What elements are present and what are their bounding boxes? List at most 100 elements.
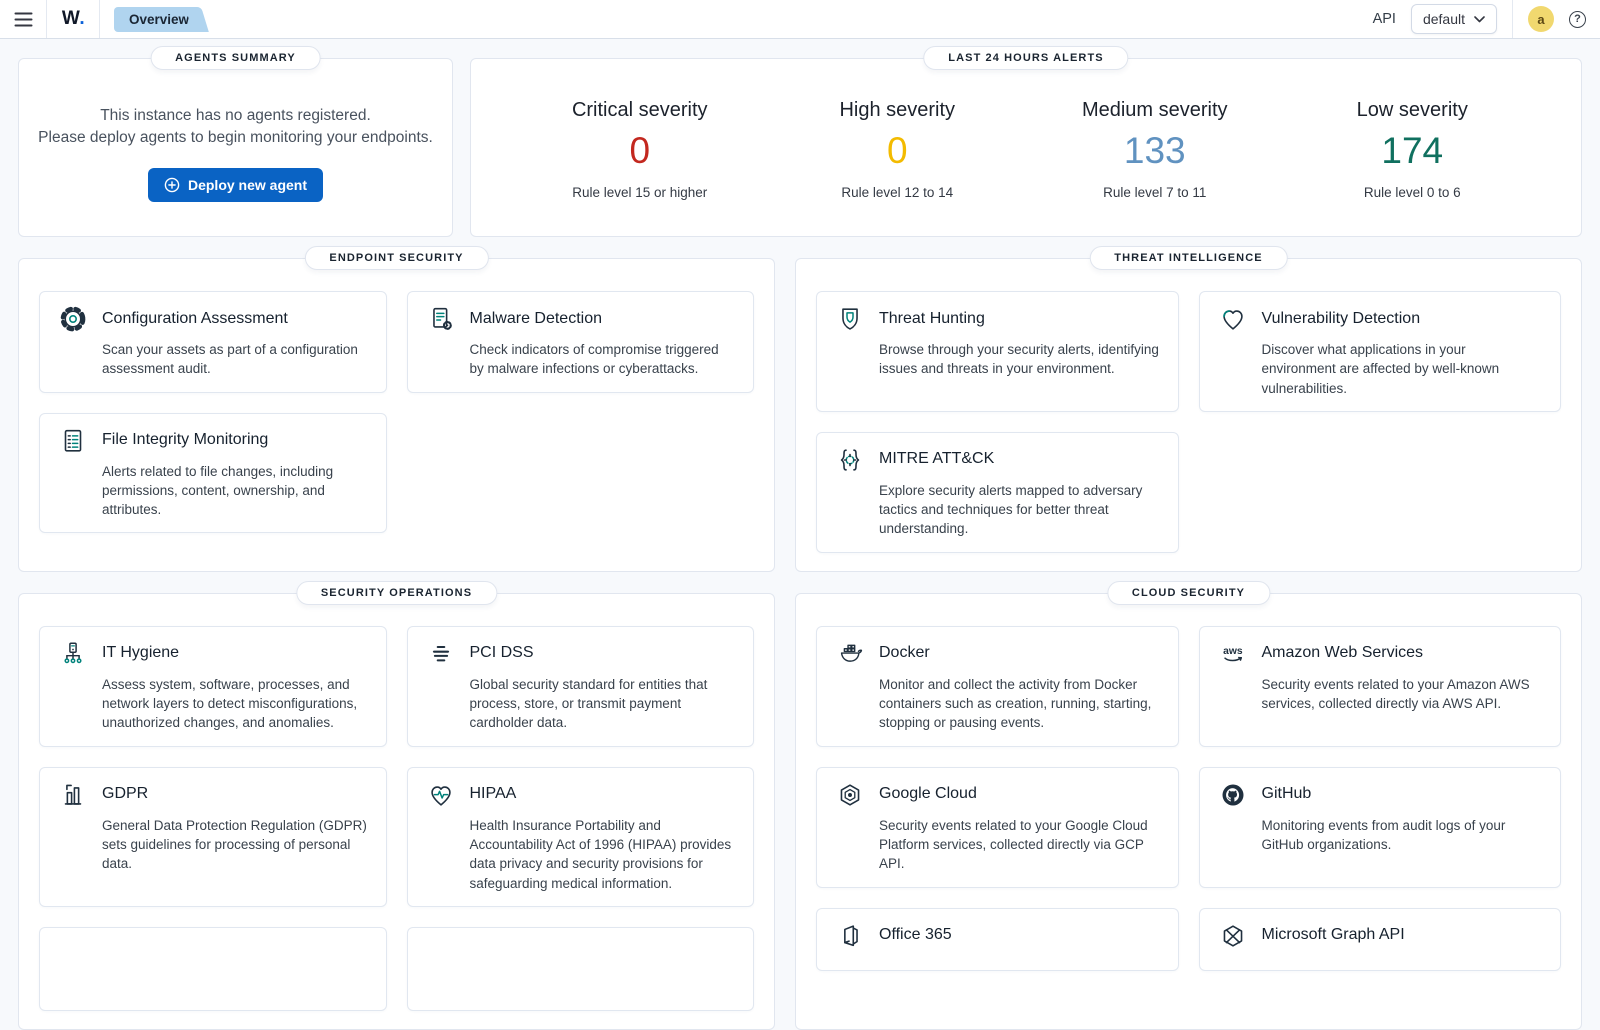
severity-count[interactable]: 174 bbox=[1322, 130, 1502, 172]
severity-rule-level: Rule level 15 or higher bbox=[550, 185, 730, 200]
card-malware-detection[interactable]: Malware Detection Check indicators of co… bbox=[407, 291, 755, 393]
card-title: Amazon Web Services bbox=[1262, 644, 1543, 662]
tab-label: Overview bbox=[129, 12, 189, 27]
panel-endpoint-security: ENDPOINT SECURITY Configuration Assessme… bbox=[18, 258, 775, 572]
panel-title-security-operations: SECURITY OPERATIONS bbox=[296, 581, 497, 605]
svg-text:aws: aws bbox=[1223, 646, 1243, 657]
card-description: Explore security alerts mapped to advers… bbox=[879, 481, 1160, 539]
malware-detection-icon bbox=[426, 304, 456, 334]
card-mitre-attack[interactable]: MITRE ATT&CK Explore security alerts map… bbox=[816, 432, 1179, 553]
severity-low: Low severity 174 Rule level 0 to 6 bbox=[1322, 99, 1502, 200]
card-title: GDPR bbox=[102, 785, 368, 803]
card-configuration-assessment[interactable]: Configuration Assessment Scan your asset… bbox=[39, 291, 387, 393]
api-selector-value: default bbox=[1423, 11, 1465, 27]
api-selector[interactable]: default bbox=[1411, 4, 1497, 34]
menu-button[interactable] bbox=[0, 0, 46, 38]
card-description: General Data Protection Regulation (GDPR… bbox=[102, 816, 368, 874]
severity-count[interactable]: 0 bbox=[807, 130, 987, 172]
deploy-button-label: Deploy new agent bbox=[188, 177, 307, 193]
severity-rule-level: Rule level 12 to 14 bbox=[807, 185, 987, 200]
card-github[interactable]: GitHub Monitoring events from audit logs… bbox=[1199, 767, 1562, 888]
panel-title-endpoint-security: ENDPOINT SECURITY bbox=[304, 246, 488, 270]
card-hipaa[interactable]: HIPAA Health Insurance Portability and A… bbox=[407, 767, 755, 907]
gdpr-icon bbox=[58, 780, 88, 810]
hamburger-icon bbox=[14, 12, 33, 27]
card-description: Monitor and collect the activity from Do… bbox=[879, 675, 1160, 733]
panel-title-cloud-security: CLOUD SECURITY bbox=[1107, 581, 1270, 605]
severity-high: High severity 0 Rule level 12 to 14 bbox=[807, 99, 987, 200]
severity-label: High severity bbox=[807, 99, 987, 122]
card-title: Threat Hunting bbox=[879, 310, 1160, 328]
api-label: API bbox=[1373, 11, 1396, 27]
panel-security-operations: SECURITY OPERATIONS bbox=[18, 593, 775, 1030]
card-title: MITRE ATT&CK bbox=[879, 450, 1160, 468]
card-description: Security events related to your Amazon A… bbox=[1262, 675, 1543, 714]
panel-threat-intelligence: THREAT INTELLIGENCE Threat Hunting Brows… bbox=[795, 258, 1582, 572]
card-title: Microsoft Graph API bbox=[1262, 926, 1543, 944]
card-description: Alerts related to file changes, includin… bbox=[102, 462, 368, 520]
card-title: Docker bbox=[879, 644, 1160, 662]
severity-rule-level: Rule level 0 to 6 bbox=[1322, 185, 1502, 200]
panel-title-threat-intelligence: THREAT INTELLIGENCE bbox=[1089, 246, 1287, 270]
card-title: Configuration Assessment bbox=[102, 310, 368, 328]
severity-label: Critical severity bbox=[550, 99, 730, 122]
severity-label: Medium severity bbox=[1065, 99, 1245, 122]
severity-label: Low severity bbox=[1322, 99, 1502, 122]
card-file-integrity-monitoring[interactable]: File Integrity Monitoring Alerts related… bbox=[39, 413, 387, 534]
deploy-new-agent-button[interactable]: Deploy new agent bbox=[148, 168, 323, 202]
panel-last-24-hours-alerts: LAST 24 HOURS ALERTS Critical severity 0… bbox=[470, 58, 1582, 237]
card-title: Office 365 bbox=[879, 926, 1160, 944]
no-agents-message: This instance has no agents registered. … bbox=[38, 105, 433, 149]
card-gdpr[interactable]: GDPR General Data Protection Regulation … bbox=[39, 767, 387, 907]
card-description: Security events related to your Google C… bbox=[879, 816, 1160, 874]
severity-count[interactable]: 133 bbox=[1065, 130, 1245, 172]
card-threat-hunting[interactable]: Threat Hunting Browse through your secur… bbox=[816, 291, 1179, 412]
panel-title-alerts: LAST 24 HOURS ALERTS bbox=[923, 46, 1128, 70]
severity-critical: Critical severity 0 Rule level 15 or hig… bbox=[550, 99, 730, 200]
card-google-cloud[interactable]: Google Cloud Security events related to … bbox=[816, 767, 1179, 888]
logo-dot: . bbox=[79, 8, 84, 30]
divider bbox=[99, 0, 100, 38]
card-amazon-web-services[interactable]: aws Amazon Web Services Security events … bbox=[1199, 626, 1562, 747]
card-vulnerability-detection[interactable]: Vulnerability Detection Discover what ap… bbox=[1199, 291, 1562, 412]
threat-hunting-icon bbox=[835, 304, 865, 334]
hipaa-icon bbox=[426, 780, 456, 810]
card-partial[interactable] bbox=[407, 927, 755, 1011]
help-icon[interactable]: ? bbox=[1569, 11, 1586, 28]
top-bar: W. Overview API default a ? bbox=[0, 0, 1600, 39]
card-title: GitHub bbox=[1262, 785, 1543, 803]
card-partial[interactable] bbox=[39, 927, 387, 1011]
wazuh-logo[interactable]: W. bbox=[47, 8, 99, 30]
card-title: PCI DSS bbox=[470, 644, 736, 662]
microsoft-graph-api-icon bbox=[1218, 921, 1248, 951]
aws-icon: aws bbox=[1218, 639, 1248, 669]
card-description: Scan your assets as part of a configurat… bbox=[102, 340, 368, 379]
avatar-initial: a bbox=[1537, 12, 1544, 27]
plus-circle-icon bbox=[164, 177, 180, 193]
avatar[interactable]: a bbox=[1528, 6, 1554, 32]
panel-agents-summary: AGENTS SUMMARY This instance has no agen… bbox=[18, 58, 453, 237]
card-office-365[interactable]: Office 365 bbox=[816, 908, 1179, 971]
card-description: Health Insurance Portability and Account… bbox=[470, 816, 736, 893]
configuration-assessment-icon bbox=[58, 304, 88, 334]
card-description: Browse through your security alerts, ide… bbox=[879, 340, 1160, 379]
severity-count[interactable]: 0 bbox=[550, 130, 730, 172]
card-pci-dss[interactable]: PCI DSS Global security standard for ent… bbox=[407, 626, 755, 747]
card-microsoft-graph-api[interactable]: Microsoft Graph API bbox=[1199, 908, 1562, 971]
card-it-hygiene[interactable]: IT Hygiene Assess system, software, proc… bbox=[39, 626, 387, 747]
card-title: Google Cloud bbox=[879, 785, 1160, 803]
docker-icon bbox=[835, 639, 865, 669]
pci-dss-icon bbox=[426, 639, 456, 669]
card-description: Check indicators of compromise triggered… bbox=[470, 340, 736, 379]
panel-cloud-security: CLOUD SECURITY Docker Monitor and collec… bbox=[795, 593, 1582, 1030]
card-title: File Integrity Monitoring bbox=[102, 431, 368, 449]
mitre-attack-icon bbox=[835, 445, 865, 475]
overview-page: AGENTS SUMMARY This instance has no agen… bbox=[0, 39, 1600, 1030]
card-title: HIPAA bbox=[470, 785, 736, 803]
card-title: IT Hygiene bbox=[102, 644, 368, 662]
vulnerability-detection-icon bbox=[1218, 304, 1248, 334]
card-docker[interactable]: Docker Monitor and collect the activity … bbox=[816, 626, 1179, 747]
card-title: Vulnerability Detection bbox=[1262, 310, 1543, 328]
tab-overview[interactable]: Overview bbox=[114, 7, 197, 32]
logo-letter: W bbox=[62, 8, 79, 30]
